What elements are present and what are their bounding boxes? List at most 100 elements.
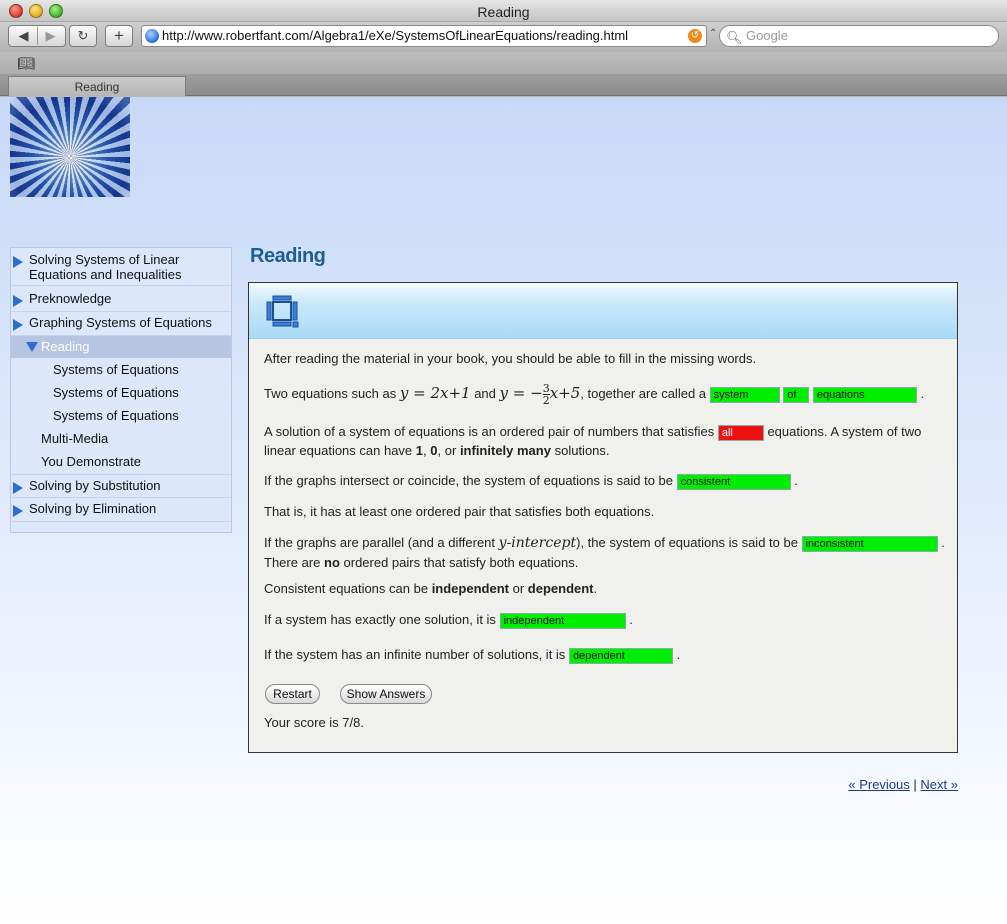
q1-mid: , together are called a xyxy=(580,386,707,401)
sidebar-item-multimedia[interactable]: Multi-Media xyxy=(41,431,108,446)
q2-bold-0: 0 xyxy=(430,443,438,458)
fraction-numerator: 3 xyxy=(542,381,550,395)
sidebar-item-you-demonstrate[interactable]: You Demonstrate xyxy=(41,454,141,469)
sidebar-item-graphing[interactable]: Graphing Systems of Equations xyxy=(11,312,231,336)
search-icon: 🔍︎ xyxy=(726,30,743,45)
q5-line2-c: ordered pairs that satisfy both equation… xyxy=(343,555,579,570)
blank-of[interactable]: of xyxy=(783,386,810,403)
previous-link[interactable]: « Previous xyxy=(848,777,909,792)
triangle-right-icon xyxy=(13,505,23,517)
sidebar-item-systems-1[interactable]: Systems of Equations xyxy=(53,362,179,377)
reload-icon: ↻ xyxy=(77,28,89,43)
show-answers-button[interactable]: Show Answers xyxy=(340,684,432,704)
q6-e: . xyxy=(593,581,598,596)
q2-end: solutions. xyxy=(554,443,610,458)
question-8: If the system has an infinite number of … xyxy=(264,645,949,664)
q2-prefix: A solution of a system of equations is a… xyxy=(264,424,715,439)
add-bookmark-button[interactable]: + xyxy=(105,25,133,47)
q2-or: , or xyxy=(437,443,457,458)
sidebar-item-label: Solving by Elimination xyxy=(29,501,157,516)
fraction-denominator: 2 xyxy=(542,393,550,407)
eq2-rhs: x+5 xyxy=(549,384,581,402)
plus-icon: + xyxy=(114,26,124,45)
globe-icon xyxy=(145,29,159,43)
blank-equations[interactable]: equations xyxy=(812,386,917,403)
tab-reading[interactable]: Reading xyxy=(8,76,186,96)
forward-arrow-icon[interactable]: ▶ xyxy=(38,28,64,44)
q5-prefix: If the graphs are parallel (and a differ… xyxy=(264,535,496,550)
sidebar-item-reading[interactable]: Reading xyxy=(11,336,231,358)
sidebar-item-label: Equations and Inequalities xyxy=(29,267,182,282)
fraction: 32 xyxy=(542,381,550,407)
triangle-right-icon xyxy=(13,319,23,331)
q6-bold-dependent: dependent xyxy=(527,581,594,596)
eq2-lhs: y = − xyxy=(499,384,543,402)
triangle-right-icon xyxy=(13,482,23,494)
window-title: Reading xyxy=(477,4,530,20)
q7-prefix: If a system has exactly one solution, it… xyxy=(264,612,496,627)
pager: « Previous | Next » xyxy=(848,777,958,792)
snapback-icon[interactable]: ↺ xyxy=(688,29,702,43)
sidebar-item-label: Solving Systems of Linear xyxy=(29,252,180,267)
period: . xyxy=(920,386,925,401)
q2-suffix: equations. A system of two xyxy=(767,424,922,439)
q6-a: Consistent equations can be xyxy=(264,581,429,596)
sidebar-nav: Solving Systems of Linear Equations and … xyxy=(10,247,232,533)
chevron-up-icon[interactable]: ⌃ xyxy=(709,28,717,39)
q2-bold-1: 1 xyxy=(415,443,424,458)
tab-bar: Reading xyxy=(0,74,1007,96)
sidebar-item-solving-systems[interactable]: Solving Systems of Linear Equations and … xyxy=(11,252,231,286)
sidebar-item-systems-2[interactable]: Systems of Equations xyxy=(53,385,179,400)
q6-c: or xyxy=(512,581,525,596)
sidebar-item-label: Reading xyxy=(41,339,90,354)
next-link[interactable]: Next » xyxy=(920,777,958,792)
sidebar-item-label: Graphing Systems of Equations xyxy=(29,315,212,330)
restart-button[interactable]: Restart xyxy=(265,684,320,704)
blank-dependent[interactable]: dependent xyxy=(568,647,673,664)
activity-header xyxy=(249,283,957,339)
y-intercept-term: y-intercept xyxy=(498,535,577,551)
sidebar-item-systems-3[interactable]: Systems of Equations xyxy=(53,408,179,423)
bookmarks-book-icon[interactable]: 📖︎ xyxy=(17,55,35,72)
equation-2: y = −3 2 x+5 xyxy=(499,383,581,406)
sidebar-item-preknowledge[interactable]: Preknowledge xyxy=(11,288,231,312)
triangle-right-icon xyxy=(13,256,23,268)
statement-4: That is, it has at least one ordered pai… xyxy=(264,504,655,519)
reload-button[interactable]: ↻ xyxy=(69,25,97,47)
q5-bold-no: no xyxy=(324,555,340,570)
q3-prefix: If the graphs intersect or coincide, the… xyxy=(264,473,673,488)
address-bar[interactable]: http://www.robertfant.com/Algebra1/eXe/S… xyxy=(141,25,707,47)
blank-consistent[interactable]: consistent xyxy=(676,473,791,490)
search-placeholder: Google xyxy=(746,28,788,43)
statement-6: Consistent equations can be independent … xyxy=(264,579,949,598)
triangle-down-icon xyxy=(26,342,38,352)
q5-mid: ), the system of equations is said to be xyxy=(576,535,798,550)
url-text: http://www.robertfant.com/Algebra1/eXe/S… xyxy=(162,28,629,43)
browser-window: Reading ◀ ▶ ↻ + http://www.robertfant.co… xyxy=(0,0,1007,924)
q2-comma: , xyxy=(423,443,427,458)
q2-line2: linear equations can have xyxy=(264,443,413,458)
bookmarks-bar: 📖︎ xyxy=(0,52,1007,74)
page-title: Reading xyxy=(250,245,326,267)
blank-inconsistent[interactable]: inconsistent xyxy=(801,535,938,552)
search-field[interactable]: 🔍︎ Google xyxy=(719,25,999,47)
back-arrow-icon[interactable]: ◀ xyxy=(11,28,37,44)
intro-text: After reading the material in your book,… xyxy=(264,351,757,366)
sidebar-item-substitution[interactable]: Solving by Substitution xyxy=(11,474,231,498)
back-forward-buttons: ◀ ▶ xyxy=(8,25,66,47)
sidebar-item-elimination[interactable]: Solving by Elimination xyxy=(11,498,231,522)
blank-system[interactable]: system xyxy=(709,386,780,403)
question-2: A solution of a system of equations is a… xyxy=(264,422,949,460)
browser-toolbar: ◀ ▶ ↻ + http://www.robertfant.com/Algebr… xyxy=(0,22,1007,52)
q2-bold-infinitely: infinitely many xyxy=(459,443,551,458)
period: . xyxy=(941,535,945,550)
pager-separator: | xyxy=(913,777,917,792)
sidebar-item-label: Solving by Substitution xyxy=(29,478,161,493)
question-1: Two equations such as y = 2x+1 and y = −… xyxy=(264,380,949,407)
blank-all[interactable]: all xyxy=(717,424,764,441)
q6-bold-independent: independent xyxy=(431,581,509,596)
activity-icon xyxy=(266,295,299,328)
cloze-activity-panel: After reading the material in your book,… xyxy=(248,282,958,753)
period: . xyxy=(629,612,633,627)
blank-independent[interactable]: independent xyxy=(499,612,626,629)
